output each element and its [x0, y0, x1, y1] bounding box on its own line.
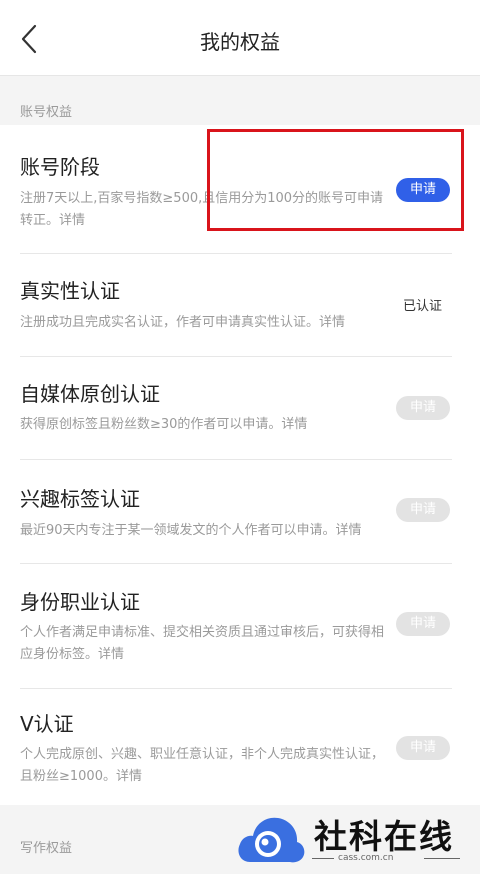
list-item-interest-tag: 兴趣标签认证 最近90天内专注于某一领域发文的个人作者可以申请。详情 申请	[20, 460, 452, 563]
list-item-authenticity: 真实性认证 注册成功且完成实名认证，作者可申请真实性认证。详情 已认证	[20, 254, 452, 357]
item-title: 兴趣标签认证	[20, 487, 140, 511]
cloud-logo-icon	[238, 817, 305, 863]
item-title: 账号阶段	[20, 155, 100, 179]
section-label-account: 账号权益	[20, 105, 73, 120]
item-description: 最近90天内专注于某一领域发文的个人作者可以申请。详情	[20, 523, 362, 538]
annotation-highlight-box	[207, 129, 464, 231]
item-title: 身份职业认证	[20, 590, 140, 614]
watermark-domain: cass.com.cn	[338, 853, 394, 863]
item-description: 个人完成原创、兴趣、职业任意认证，非个人完成真实性认证，且粉丝≥1000。详情	[20, 747, 385, 784]
item-title: 真实性认证	[20, 279, 120, 303]
top-nav-bar: 我的权益	[0, 0, 480, 76]
list-item-profession: 身份职业认证 个人作者满足申请标准、提交相关资质且通过审核后，可获得相应身份标签…	[20, 564, 452, 688]
apply-button[interactable]: 申请	[396, 498, 450, 522]
apply-button[interactable]: 申请	[396, 612, 450, 636]
verified-status: 已认证	[403, 299, 443, 314]
watermark-rule-left	[312, 858, 334, 859]
watermark-text: 社科在线	[314, 817, 454, 856]
item-description: 获得原创标签且粉丝数≥30的作者可以申请。详情	[20, 417, 308, 432]
item-description: 个人作者满足申请标准、提交相关资质且通过审核后，可获得相应身份标签。详情	[20, 625, 385, 662]
page-title: 我的权益	[200, 30, 280, 54]
item-title: 自媒体原创认证	[20, 382, 160, 406]
section-label-writing: 写作权益	[20, 841, 73, 856]
watermark-logo: 社科在线 cass.com.cn	[236, 806, 472, 870]
apply-button[interactable]: 申请	[396, 736, 450, 760]
list-item-v-verification: V认证 个人完成原创、兴趣、职业任意认证，非个人完成真实性认证，且粉丝≥1000…	[20, 689, 452, 805]
apply-button[interactable]: 申请	[396, 396, 450, 420]
item-description: 注册成功且完成实名认证，作者可申请真实性认证。详情	[20, 315, 346, 330]
watermark-rule-right	[424, 858, 460, 859]
list-item-original-content: 自媒体原创认证 获得原创标签且粉丝数≥30的作者可以申请。详情 申请	[20, 357, 452, 460]
item-title: V认证	[20, 712, 74, 736]
